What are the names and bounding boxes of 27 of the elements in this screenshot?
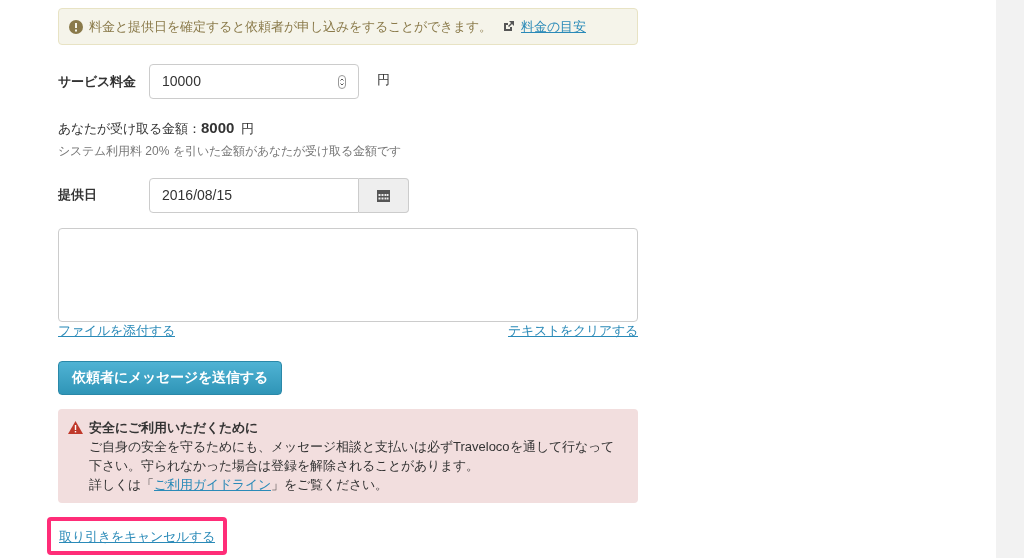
field-label: 提供日 xyxy=(58,186,98,205)
guideline-link[interactable]: ご利用ガイドライン xyxy=(154,476,271,492)
calendar-button[interactable] xyxy=(359,177,409,213)
exclamation-icon xyxy=(69,19,83,34)
fee-input[interactable]: 10000 xyxy=(149,64,359,99)
fee-note: システム利用料 20% を引いた金額があなたが受け取る金額です xyxy=(58,142,402,160)
currency-unit: 円 xyxy=(241,120,255,138)
date-input[interactable]: 2016/08/15 xyxy=(149,177,359,213)
warning-text: 詳しくは「ご利用ガイドライン」をご覧ください。 xyxy=(89,475,389,494)
calendar-icon xyxy=(377,188,390,202)
receive-label: あなたが受け取る金額： xyxy=(58,120,201,138)
warning-text: 下さい。守られなかった場合は登録を解除されることがあります。 xyxy=(89,456,480,475)
spinner-icon[interactable] xyxy=(338,74,346,89)
warning-text: ご自身の安全を守るためにも、メッセージ相談と支払いは必ずTravelocoを通して行なって xyxy=(89,437,614,456)
attach-file-link[interactable]: ファイルを添付する xyxy=(58,322,175,339)
cancel-transaction-link[interactable]: 取り引きをキャンセルする xyxy=(59,528,215,544)
receive-amount: 8000 xyxy=(201,118,235,138)
currency-unit: 円 xyxy=(377,71,390,89)
notice-text: 料金と提供日を確定すると依頼者が申し込みをすることができます。 xyxy=(89,17,492,36)
warning-icon xyxy=(68,420,83,434)
message-field[interactable] xyxy=(58,227,638,322)
external-link-icon xyxy=(502,20,515,33)
send-message-button[interactable]: 依頼者にメッセージを送信する xyxy=(58,360,282,395)
clear-text-link[interactable]: テキストをクリアする xyxy=(508,322,638,339)
warning-title: 安全にご利用いただくために xyxy=(89,418,259,437)
fee-guide-link[interactable]: 料金の目安 xyxy=(521,16,586,37)
field-label: サービス料金 xyxy=(58,72,137,91)
